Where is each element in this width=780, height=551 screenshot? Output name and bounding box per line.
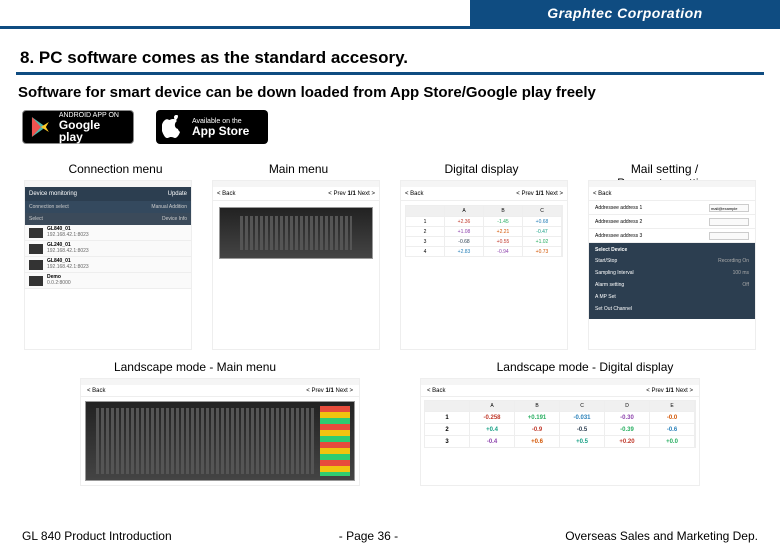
store-badges: ANDROID APP ONGoogle play Available on t… xyxy=(22,110,268,144)
google-play-badge: ANDROID APP ONGoogle play xyxy=(22,110,134,144)
device-image xyxy=(219,207,373,259)
top-divider xyxy=(0,26,780,29)
google-play-icon xyxy=(29,115,53,139)
page-footer: GL 840 Product Introduction - Page 36 - … xyxy=(0,529,780,543)
screen-connection: Device monitoringUpdate Connection selec… xyxy=(24,180,192,350)
apple-icon xyxy=(162,115,186,139)
caption-land-main: Landscape mode - Main menu xyxy=(0,360,390,374)
gp-big: Google play xyxy=(59,119,127,143)
footer-center: - Page 36 - xyxy=(339,529,398,543)
as-big: App Store xyxy=(192,125,249,137)
caption-land-digital: Landscape mode - Digital display xyxy=(390,360,780,374)
landscape-captions: Landscape mode - Main menu Landscape mod… xyxy=(0,360,780,374)
title-underline xyxy=(16,72,764,75)
screen-land-digital: < Back< Prev 1/1 Next > ABCDE1-0.258+0.1… xyxy=(420,378,700,486)
screen-land-main: < Back< Prev 1/1 Next > xyxy=(80,378,360,486)
brand-bar: Graphtec Corporation xyxy=(470,0,780,26)
screen-main: < Back< Prev 1/1 Next > xyxy=(212,180,380,350)
footer-left: GL 840 Product Introduction xyxy=(22,529,172,543)
portrait-screens: Device monitoringUpdate Connection selec… xyxy=(24,180,756,350)
landscape-screens: < Back< Prev 1/1 Next > < Back< Prev 1/1… xyxy=(80,378,700,486)
screen-mail: < Back Addressee address 1mail@example A… xyxy=(588,180,756,350)
section-title: 8. PC software comes as the standard acc… xyxy=(20,48,408,68)
device-image-land xyxy=(85,401,355,481)
footer-right: Overseas Sales and Marketing Dep. xyxy=(565,529,758,543)
screen-digital: < Back< Prev 1/1 Next > ABC1+2.36-1.45+0… xyxy=(400,180,568,350)
app-store-badge: Available on theApp Store xyxy=(156,110,268,144)
subtitle: Software for smart device can be down lo… xyxy=(18,84,596,101)
